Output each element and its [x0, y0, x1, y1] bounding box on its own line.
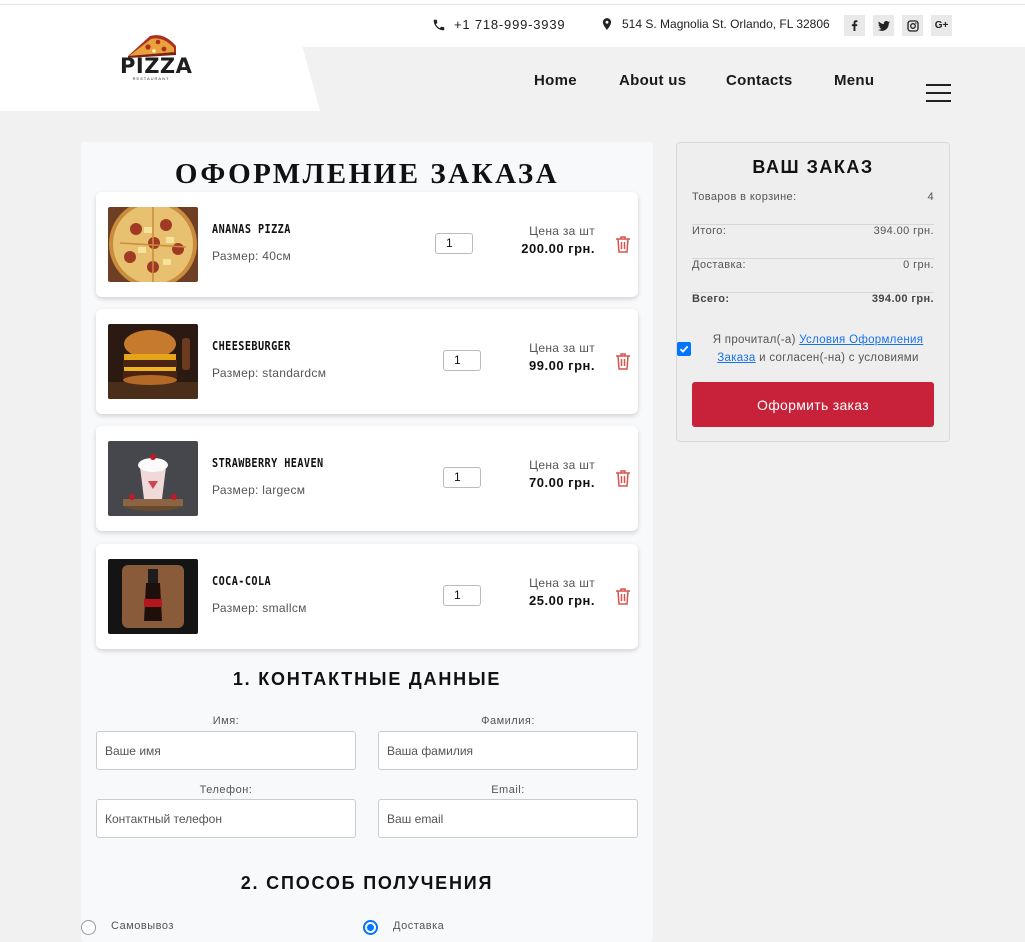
summary-label: Доставка:: [692, 259, 746, 271]
item-price: 25.00 грн.: [529, 593, 595, 608]
delivery-label: Доставка: [393, 920, 445, 932]
order-summary-title: ВАШ ЗАКАЗ: [752, 157, 874, 177]
google-plus-glyph: G+: [934, 20, 949, 31]
item-price: 200.00 грн.: [521, 241, 595, 256]
summary-value: 394.00 грн.: [871, 293, 934, 305]
summary-row-subtotal: Итого: 394.00 грн.: [692, 225, 934, 259]
facebook-icon[interactable]: [844, 15, 865, 36]
quantity-input[interactable]: 1: [443, 585, 481, 606]
map-pin-icon: [602, 18, 612, 30]
google-plus-icon[interactable]: G+: [931, 15, 952, 36]
email-label: Email:: [491, 784, 525, 796]
pickup-radio[interactable]: [81, 920, 96, 935]
header-address: 514 S. Magnolia St. Orlando, FL 32806: [600, 17, 830, 31]
quantity-input[interactable]: 1: [443, 350, 481, 371]
logo-wordmark: PIZZA: [120, 54, 193, 78]
phone-number: +1 718-999-3939: [454, 17, 566, 32]
nav-contacts[interactable]: Contacts: [726, 72, 793, 89]
summary-row-count: Товаров в корзине: 4: [692, 191, 934, 225]
trash-icon[interactable]: [615, 469, 631, 487]
item-name: STRAWBERRY HEAVEN: [212, 456, 324, 470]
checkmark-icon: [679, 345, 689, 353]
last-name-label: Фамилия:: [481, 715, 535, 727]
page-title: ОФОРМЛЕНИЕ ЗАКАЗА: [174, 158, 560, 190]
first-name-field[interactable]: [96, 731, 356, 770]
item-size: Размер: 40см: [212, 249, 292, 263]
quantity-input[interactable]: 1: [443, 467, 481, 488]
header-phone[interactable]: +1 718-999-3939: [432, 17, 565, 32]
address-text: 514 S. Magnolia St. Orlando, FL 32806: [622, 17, 830, 31]
summary-value: 394.00 грн.: [873, 225, 934, 237]
contacts-section-title: 1. КОНТАКТНЫЕ ДАННЫЕ: [232, 669, 502, 689]
logo-subtitle: RESTAURANT: [132, 76, 170, 81]
trash-icon[interactable]: [615, 352, 631, 370]
social-links: G+: [844, 15, 960, 36]
coca-cola-image[interactable]: [108, 559, 198, 634]
item-name: COCA-COLA: [212, 574, 272, 588]
terms-checkbox[interactable]: [677, 342, 691, 356]
cart-item: COCA-COLA Размер: smallсм 1 Цена за шт 2…: [96, 544, 638, 649]
milkshake-image[interactable]: [108, 441, 198, 516]
terms-suffix: и согласен(-на) с условиями: [759, 352, 919, 364]
cart-item: CHEESEBURGER Размер: standardсм 1 Цена з…: [96, 309, 638, 414]
twitter-icon[interactable]: [873, 15, 894, 36]
delivery-section-title: 2. СПОСОБ ПОЛУЧЕНИЯ: [240, 873, 494, 893]
logo[interactable]: PIZZA RESTAURANT: [120, 30, 193, 84]
cart-item: ANANAS PIZZA Размер: 40см 1 Цена за шт 2…: [96, 192, 638, 297]
nav-menu[interactable]: Menu: [834, 72, 874, 89]
instagram-icon[interactable]: [902, 15, 923, 36]
price-label: Цена за шт: [529, 576, 595, 590]
first-name-label: Имя:: [212, 715, 240, 727]
item-name: CHEESEBURGER: [212, 339, 291, 353]
last-name-field[interactable]: [378, 731, 638, 770]
trash-icon[interactable]: [615, 587, 631, 605]
burger-image[interactable]: [108, 324, 198, 399]
price-label: Цена за шт: [529, 458, 595, 472]
quantity-input[interactable]: 1: [435, 233, 473, 254]
phone-label: Телефон:: [199, 784, 253, 796]
summary-row-delivery: Доставка: 0 грн.: [692, 259, 934, 293]
summary-value: 0 грн.: [903, 259, 934, 271]
item-name: ANANAS PIZZA: [212, 222, 291, 236]
summary-row-total: Всего: 394.00 грн.: [692, 293, 934, 327]
summary-label: Итого:: [692, 225, 727, 237]
summary-label: Товаров в корзине:: [692, 191, 797, 203]
price-label: Цена за шт: [529, 341, 595, 355]
trash-icon[interactable]: [615, 235, 631, 253]
pizza-image[interactable]: [108, 207, 198, 282]
terms-prefix: Я прочитал(-а): [712, 334, 796, 346]
nav-home[interactable]: Home: [534, 72, 577, 89]
terms-text: Я прочитал(-а) Условия Оформления Заказа…: [698, 331, 938, 367]
summary-value: 4: [927, 191, 934, 203]
price-label: Цена за шт: [529, 224, 595, 238]
place-order-button[interactable]: Оформить заказ: [692, 382, 934, 427]
item-price: 70.00 грн.: [529, 475, 595, 490]
item-size: Размер: standardсм: [212, 366, 327, 380]
item-size: Размер: smallсм: [212, 601, 307, 615]
item-size: Размер: largeсм: [212, 483, 306, 497]
email-field[interactable]: [378, 799, 638, 838]
cart-item: STRAWBERRY HEAVEN Размер: largeсм 1 Цена…: [96, 426, 638, 531]
hamburger-menu-icon[interactable]: [926, 84, 951, 103]
nav-about-us[interactable]: About us: [619, 72, 686, 89]
item-price: 99.00 грн.: [529, 358, 595, 373]
pickup-label: Самовывоз: [111, 920, 174, 932]
summary-label: Всего:: [692, 293, 730, 305]
delivery-radio[interactable]: [363, 920, 378, 935]
phone-field[interactable]: [96, 799, 356, 838]
phone-icon: [433, 19, 445, 30]
